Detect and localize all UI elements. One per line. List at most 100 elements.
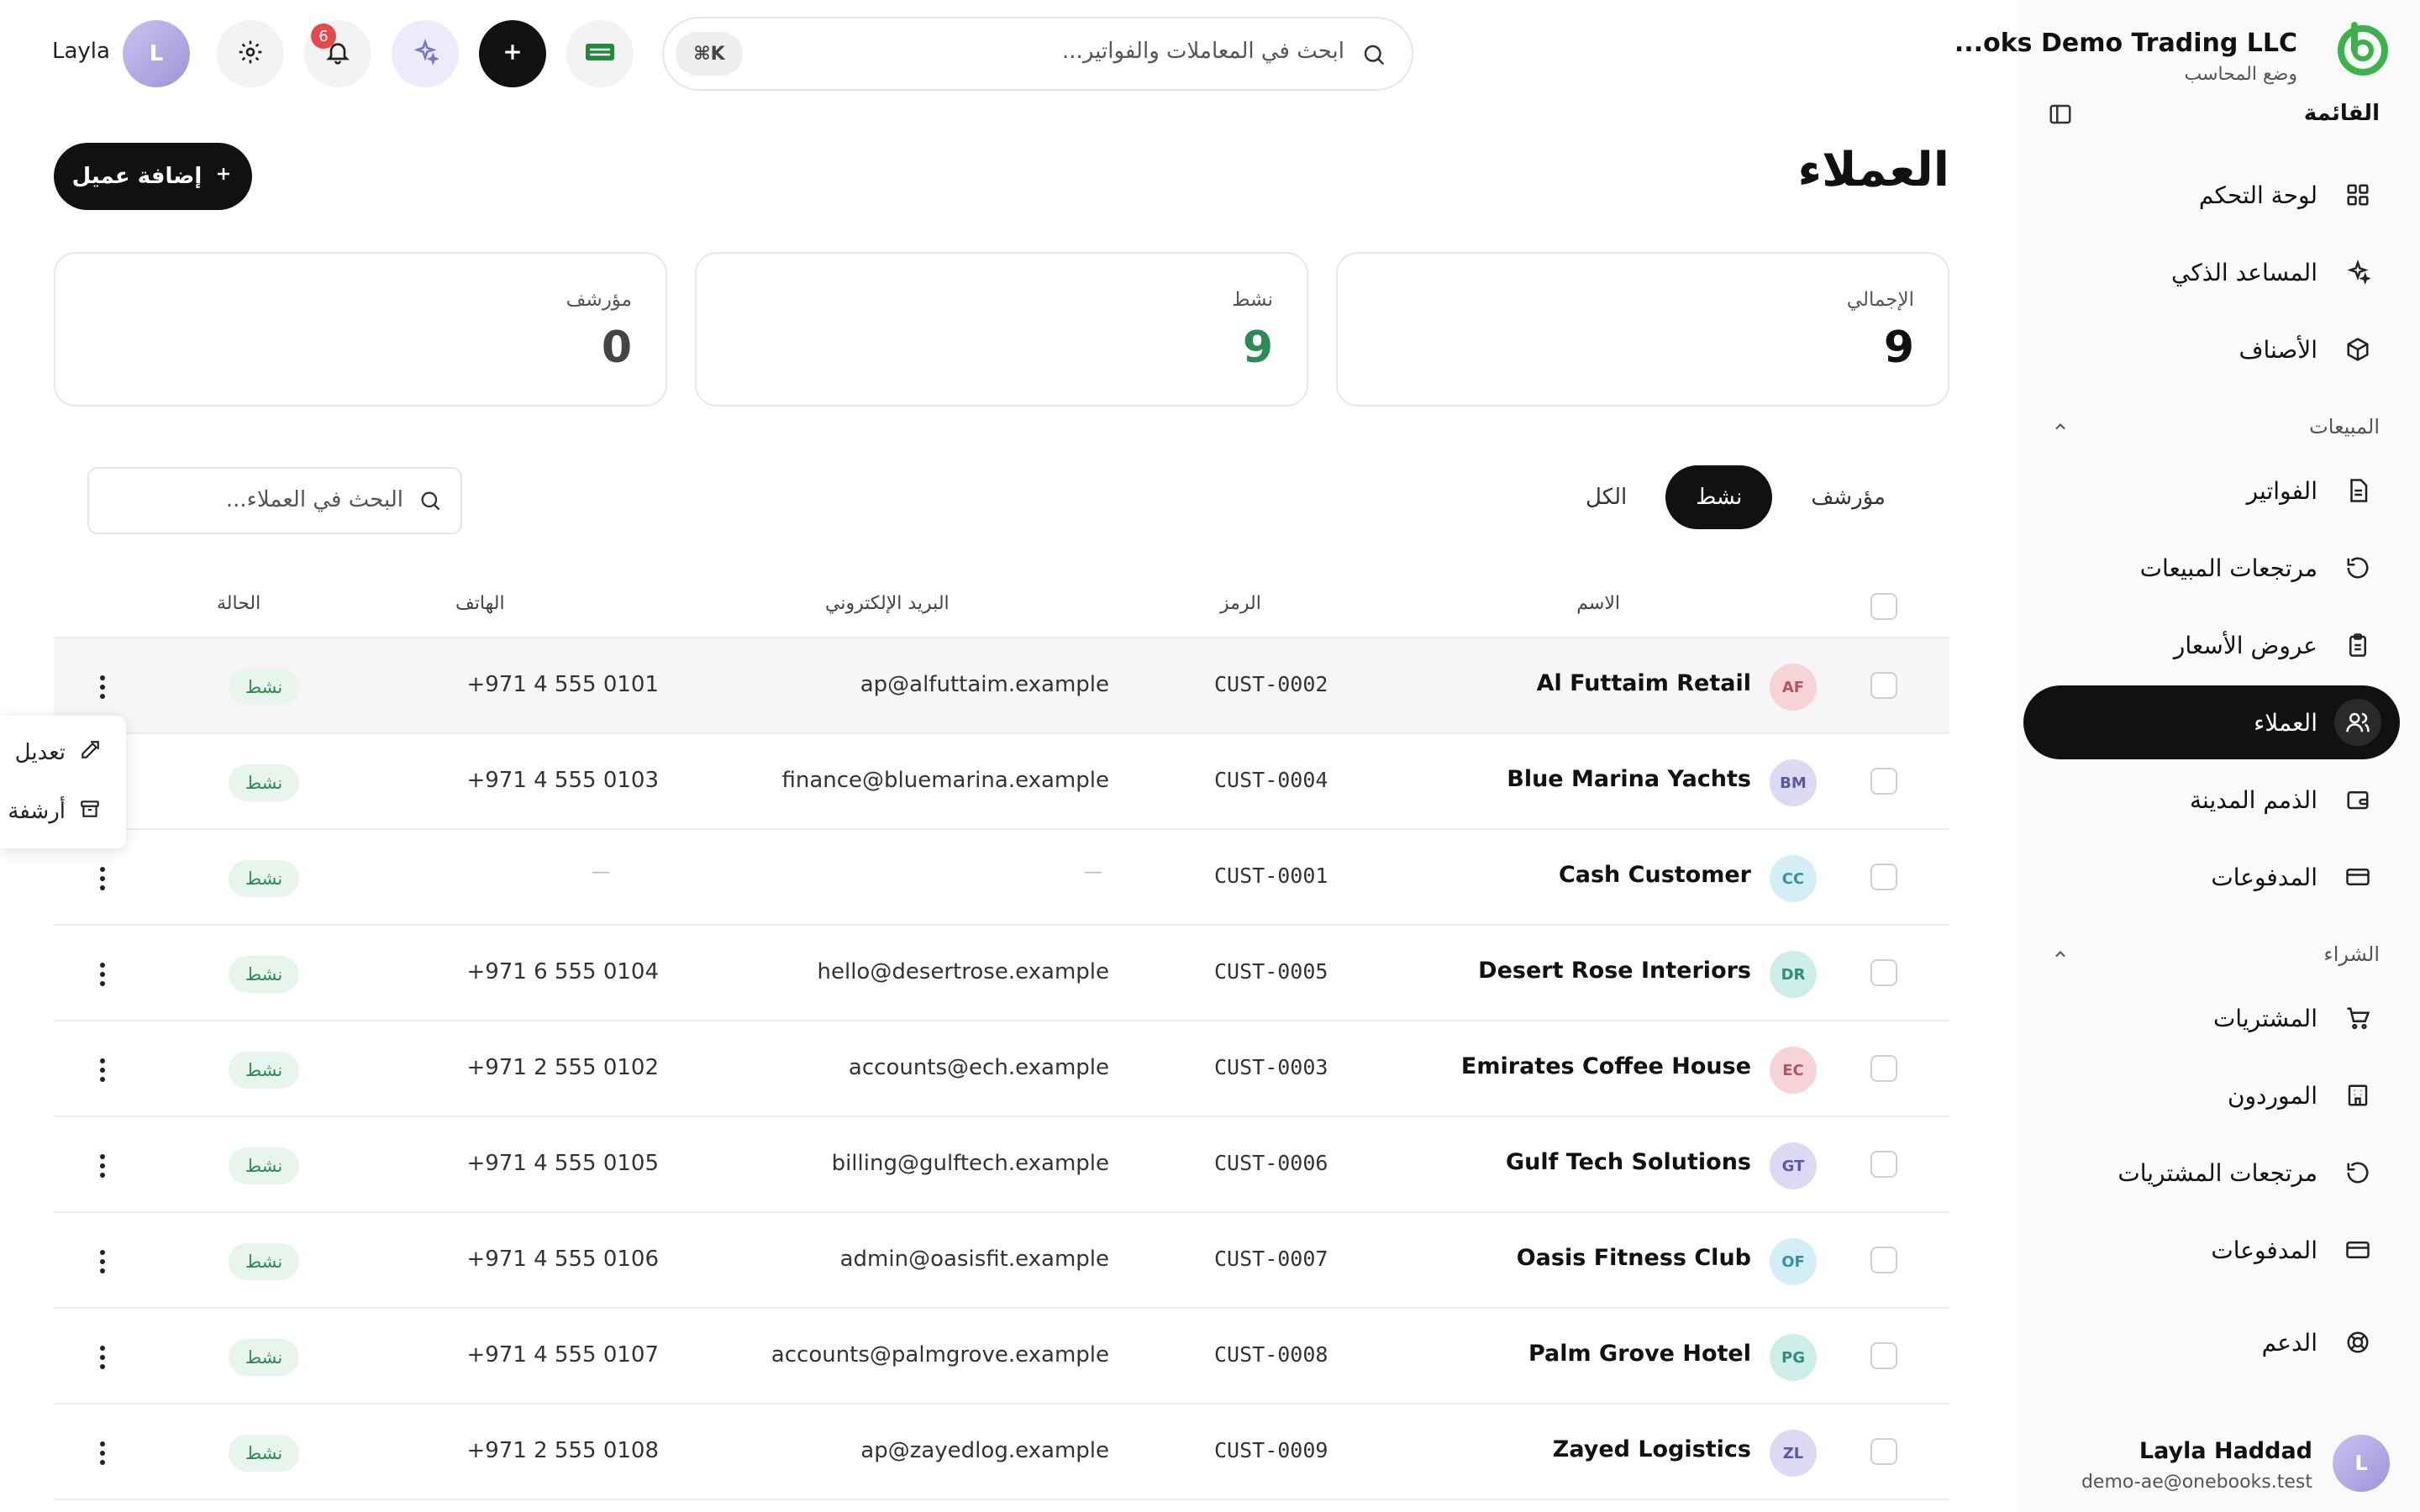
chevron-up-icon[interactable] — [2049, 942, 2072, 966]
card-icon — [2334, 853, 2381, 900]
kebab-menu-icon — [100, 1441, 105, 1465]
select-all-checkbox[interactable] — [1870, 593, 1897, 620]
customer-phone: +971 4 555 0105 — [466, 1151, 659, 1176]
tab-archived[interactable]: مؤرشف — [1781, 465, 1916, 529]
add-customer-label: إضافة عميل — [71, 164, 203, 189]
edit-icon — [79, 739, 101, 767]
avatar: DR — [1770, 951, 1817, 998]
more-actions-button[interactable] — [86, 860, 119, 897]
sidebar-item-items[interactable]: الأصناف — [2023, 312, 2400, 386]
column-header-status[interactable]: الحالة — [217, 593, 260, 614]
row-checkbox[interactable] — [1870, 864, 1897, 890]
notifications-button[interactable]: 6 — [304, 20, 371, 87]
customer-search-input[interactable]: البحث في العملاء... — [87, 467, 462, 534]
tab-active[interactable]: نشط — [1665, 465, 1773, 529]
column-header-phone[interactable]: الهاتف — [455, 593, 505, 614]
row-checkbox[interactable] — [1870, 1438, 1897, 1465]
sidebar-item-purchase-returns[interactable]: مرتجعات المشتريات — [2023, 1136, 2400, 1210]
kebab-menu-icon — [100, 1058, 105, 1082]
customer-phone: +971 2 555 0102 — [466, 1055, 659, 1080]
more-actions-button[interactable] — [86, 1147, 119, 1184]
sidebar-item-receivables[interactable]: الذمم المدينة — [2023, 763, 2400, 837]
user-card[interactable]: L Layla Haddad demo-ae@onebooks.test — [2030, 1423, 2400, 1499]
settings-button[interactable] — [217, 20, 284, 87]
avatar: PG — [1770, 1334, 1817, 1381]
row-checkbox[interactable] — [1870, 768, 1897, 795]
menu-item-archive[interactable]: أرشفة — [0, 786, 126, 837]
brand[interactable]: ...oks Demo Trading LLC وضع المحاسب — [1954, 13, 2400, 85]
row-checkbox[interactable] — [1870, 1247, 1897, 1273]
stat-label: الإجمالي — [1846, 289, 1914, 311]
more-actions-button[interactable] — [86, 1052, 119, 1089]
table-row[interactable]: GT Gulf Tech Solutions CUST-0006 billing@gu… — [54, 1117, 1949, 1213]
cash-button[interactable] — [566, 20, 634, 87]
sidebar-item-suppliers[interactable]: الموردون — [2023, 1058, 2400, 1132]
row-checkbox[interactable] — [1870, 1342, 1897, 1369]
ai-assistant-button[interactable] — [392, 20, 459, 87]
sidebar-item-sales-payments[interactable]: المدفوعات — [2023, 840, 2400, 914]
accountant-mode-label: وضع المحاسب — [2184, 64, 2297, 85]
sidebar-item-quotes[interactable]: عروض الأسعار — [2023, 608, 2400, 682]
kebab-menu-icon — [100, 1154, 105, 1178]
sidebar-item-sales-returns[interactable]: مرتجعات المبيعات — [2023, 531, 2400, 605]
avatar: CC — [1770, 855, 1817, 902]
add-customer-button[interactable]: إضافة عميل — [54, 143, 252, 210]
row-checkbox[interactable] — [1870, 959, 1897, 986]
table-header: الاسم الرمز البريد الإلكتروني الهاتف الح… — [54, 571, 1949, 638]
table-row[interactable]: ZL Zayed Logistics CUST-0009 ap@zayedlog.ex… — [54, 1404, 1949, 1500]
quick-create-button[interactable] — [479, 20, 546, 87]
kebab-menu-icon — [100, 1250, 105, 1273]
more-actions-button[interactable] — [86, 956, 119, 993]
global-search-input[interactable]: ⌘K ابحث في المعاملات والفواتير... — [662, 17, 1413, 91]
customer-name[interactable]: Cash Customer — [1559, 862, 1751, 888]
sidebar-item-dashboard[interactable]: لوحة التحكم — [2023, 158, 2400, 232]
sidebar-collapse-icon[interactable] — [2047, 101, 2074, 128]
more-actions-button[interactable] — [86, 1243, 119, 1280]
more-actions-button[interactable] — [86, 1339, 119, 1376]
status-badge: نشط — [229, 764, 299, 801]
table-row[interactable]: BM Blue Marina Yachts CUST-0004 finance@blu… — [54, 734, 1949, 830]
customer-name[interactable]: Emirates Coffee House — [1461, 1053, 1751, 1079]
table-row[interactable]: AF Al Futtaim Retail CUST-0002 ap@alfuttaim… — [54, 638, 1949, 734]
more-actions-button[interactable] — [86, 669, 119, 706]
kebab-menu-icon — [100, 675, 105, 699]
row-checkbox[interactable] — [1870, 1055, 1897, 1082]
sidebar-item-customers[interactable]: العملاء — [2023, 685, 2400, 759]
sidebar-item-ai-assistant[interactable]: المساعد الذكي — [2023, 235, 2400, 309]
sidebar-item-label: المدفوعات — [2211, 1236, 2317, 1264]
kebab-menu-icon — [100, 963, 105, 986]
more-actions-button[interactable] — [86, 1435, 119, 1472]
table-row[interactable]: PG Palm Grove Hotel CUST-0008 accounts@palm… — [54, 1309, 1949, 1404]
customer-name[interactable]: Desert Rose Interiors — [1478, 958, 1751, 984]
sidebar-item-purchases[interactable]: المشتريات — [2023, 981, 2400, 1055]
topbar-username[interactable]: Layla — [52, 39, 110, 64]
sidebar: ...oks Demo Trading LLC وضع المحاسب القا… — [1954, 0, 2420, 1512]
tab-all[interactable]: الكل — [1555, 465, 1657, 529]
sidebar-item-support[interactable]: الدعم — [2023, 1305, 2400, 1379]
avatar[interactable]: L — [123, 20, 190, 87]
column-header-email[interactable]: البريد الإلكتروني — [825, 593, 950, 614]
menu-item-edit[interactable]: تعديل — [0, 727, 126, 778]
customer-name[interactable]: Al Futtaim Retail — [1537, 670, 1751, 696]
customer-name[interactable]: Blue Marina Yachts — [1507, 766, 1751, 792]
column-header-code[interactable]: الرمز — [1220, 593, 1261, 614]
customer-phone: +971 4 555 0103 — [466, 768, 659, 793]
customer-name[interactable]: Oasis Fitness Club — [1517, 1245, 1751, 1271]
sidebar-item-purchase-payments[interactable]: المدفوعات — [2023, 1213, 2400, 1287]
table-row[interactable]: OF Oasis Fitness Club CUST-0007 admin@oasis… — [54, 1213, 1949, 1309]
table-row[interactable]: DR Desert Rose Interiors CUST-0005 hello@de… — [54, 926, 1949, 1021]
column-header-name[interactable]: الاسم — [1576, 593, 1620, 614]
search-placeholder: ابحث في المعاملات والفواتير... — [1062, 39, 1344, 64]
table-row[interactable]: EC Emirates Coffee House CUST-0003 accounts… — [54, 1021, 1949, 1117]
row-checkbox[interactable] — [1870, 672, 1897, 699]
customer-code: CUST-0006 — [1214, 1151, 1328, 1175]
table-row[interactable]: CC Cash Customer CUST-0001 — — نشط — [54, 830, 1949, 926]
customer-name[interactable]: Zayed Logistics — [1553, 1436, 1751, 1462]
customer-name[interactable]: Palm Grove Hotel — [1528, 1341, 1751, 1367]
customer-name[interactable]: Gulf Tech Solutions — [1506, 1149, 1751, 1175]
lifebuoy-icon — [2334, 1319, 2381, 1366]
chevron-up-icon[interactable] — [2049, 415, 2072, 438]
sidebar-item-invoices[interactable]: الفواتير — [2023, 454, 2400, 528]
row-checkbox[interactable] — [1870, 1151, 1897, 1178]
status-badge: نشط — [229, 1052, 299, 1089]
